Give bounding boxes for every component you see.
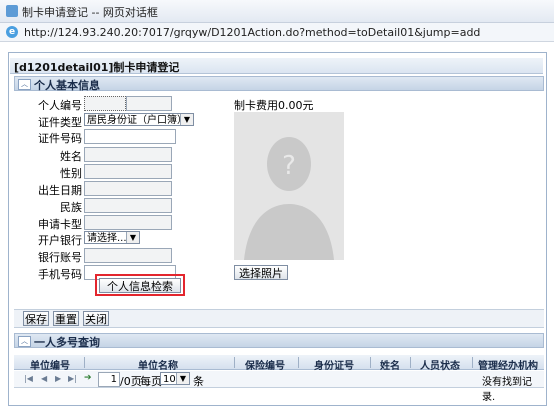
select-photo-button[interactable]: 选择照片 — [234, 265, 288, 280]
table-pager: |◀ ◀ ▶ ▶| ➔ 1 /0页 每页 10 ▼ 条 没有找到记录. — [14, 371, 544, 403]
section-multi-query[interactable]: ︿ 一人多号查询 — [14, 333, 544, 349]
label-name: 姓名 — [60, 150, 82, 163]
column-divider — [472, 357, 473, 368]
empty-message: 没有找到记录. — [482, 377, 532, 403]
browser-icon: e — [6, 26, 18, 38]
label-id-type: 证件类型 — [38, 116, 82, 129]
next-page-icon[interactable]: ▶ — [55, 374, 61, 383]
total-pages: /0页 — [120, 375, 142, 388]
section-basic-info[interactable]: ︿ 个人基本信息 — [14, 76, 544, 92]
chevron-down-icon[interactable]: ▼ — [126, 232, 139, 243]
fee-label: 制卡费用 — [234, 99, 278, 112]
ethnicity-input[interactable] — [84, 198, 172, 213]
column-divider — [298, 357, 299, 368]
page-title-bar: [d1201detail01]制卡申请登记 — [10, 58, 543, 74]
column-divider — [410, 357, 411, 368]
collapse-icon[interactable]: ︿ — [18, 336, 31, 347]
go-page-icon[interactable]: ➔ — [84, 373, 92, 383]
first-page-icon[interactable]: |◀ — [24, 374, 33, 383]
label-birth-date: 出生日期 — [38, 184, 82, 197]
label-ethnicity: 民族 — [60, 201, 82, 214]
address-bar: e http://124.93.240.20:7017/grqyw/D1201A… — [0, 23, 554, 42]
collapse-icon[interactable]: ︿ — [18, 79, 31, 90]
column-divider — [84, 357, 85, 368]
label-phone: 手机号码 — [38, 268, 82, 281]
prev-page-icon[interactable]: ◀ — [41, 374, 47, 383]
label-id-number: 证件号码 — [38, 132, 82, 145]
personal-id-input[interactable] — [84, 96, 126, 111]
page-number-input[interactable]: 1 — [98, 372, 120, 387]
app-icon — [6, 5, 18, 17]
per-page-value: 10 — [163, 374, 176, 385]
window-title: 制卡申请登记 -- 网页对话框 — [22, 6, 158, 19]
label-personal-id: 个人编号 — [38, 99, 82, 112]
column-header[interactable]: 姓名 — [372, 357, 408, 372]
per-page-prefix: 每页 — [140, 375, 162, 388]
chevron-down-icon[interactable]: ▼ — [176, 373, 189, 384]
birth-date-input[interactable] — [84, 181, 172, 196]
page-title: [d1201detail01]制卡申请登记 — [14, 61, 180, 74]
gender-input[interactable] — [84, 164, 172, 179]
svg-text:?: ? — [282, 151, 296, 181]
personal-id-extra-input[interactable] — [126, 96, 172, 111]
id-type-selected: 居民身份证（户口簿） — [87, 115, 187, 126]
column-header[interactable]: 保险编号 — [236, 357, 294, 372]
label-bank-account: 银行账号 — [38, 251, 82, 264]
fee-row: 制卡费用0.00元 — [234, 97, 314, 113]
save-button[interactable]: 保存 — [23, 311, 49, 326]
close-button[interactable]: 关闭 — [83, 311, 109, 326]
photo-placeholder: ? — [234, 112, 344, 260]
bank-selected: 请选择... — [87, 233, 127, 244]
section-multi-title: 一人多号查询 — [34, 336, 100, 349]
id-number-input[interactable] — [84, 129, 176, 144]
label-gender: 性别 — [60, 167, 82, 180]
window-titlebar: 制卡申请登记 -- 网页对话框 — [0, 0, 554, 23]
chevron-down-icon[interactable]: ▼ — [180, 114, 193, 125]
person-silhouette-icon: ? — [234, 112, 344, 260]
column-divider — [370, 357, 371, 368]
search-person-button[interactable]: 个人信息检索 — [99, 278, 181, 293]
bank-select[interactable]: 请选择... ▼ — [84, 231, 140, 244]
address-url[interactable]: http://124.93.240.20:7017/grqyw/D1201Act… — [24, 26, 480, 39]
section-basic-title: 个人基本信息 — [34, 79, 100, 92]
bank-account-input[interactable] — [84, 248, 172, 263]
label-card-type: 申请卡型 — [38, 218, 82, 231]
per-page-select[interactable]: 10 ▼ — [160, 372, 190, 385]
reset-button[interactable]: 重置 — [53, 311, 79, 326]
column-divider — [234, 357, 235, 368]
column-header[interactable]: 身份证号 — [300, 357, 368, 372]
table-header: 单位编号 单位名称 保险编号 身份证号 姓名 人员状态 管理经办机构 — [14, 355, 544, 372]
column-header[interactable]: 管理经办机构 — [474, 357, 542, 372]
card-type-input[interactable] — [84, 215, 172, 230]
column-header[interactable]: 人员状态 — [412, 357, 468, 372]
fee-value: 0.00元 — [278, 99, 314, 112]
per-page-suffix: 条 — [193, 375, 204, 388]
column-header[interactable]: 单位编号 — [20, 357, 80, 372]
name-input[interactable] — [84, 147, 172, 162]
id-type-select[interactable]: 居民身份证（户口簿） ▼ — [84, 113, 194, 126]
column-header[interactable]: 单位名称 — [86, 357, 230, 372]
label-bank: 开户银行 — [38, 234, 82, 247]
last-page-icon[interactable]: ▶| — [68, 374, 77, 383]
